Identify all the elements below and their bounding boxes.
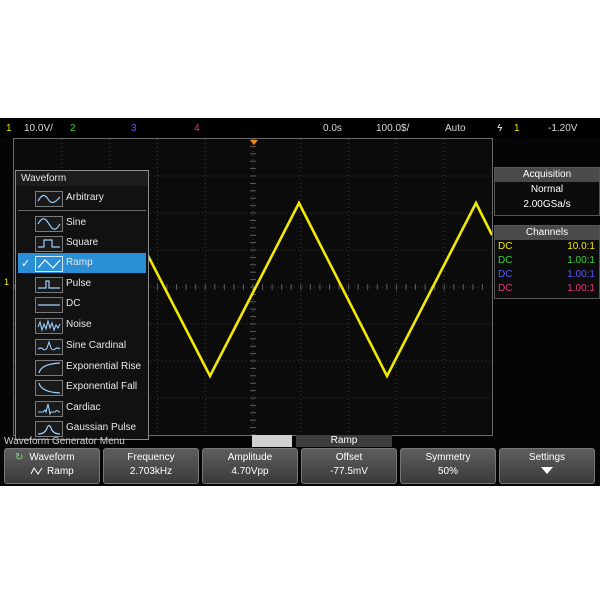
trigger-edge-icon: ϟ	[497, 123, 503, 134]
softkey-title: Frequency	[127, 452, 175, 463]
symmetry-softkey[interactable]: Symmetry 50%	[400, 448, 496, 484]
oscilloscope-display: 1 10.0V/ 2 3 4 0.0s 100.0$/ Auto ϟ 1 -1.…	[0, 118, 600, 486]
softkey-value-text: Ramp	[47, 466, 74, 477]
sine-icon	[35, 216, 63, 232]
softkey-title: Amplitude	[227, 452, 273, 463]
menu-item-arbitrary[interactable]: Arbitrary	[18, 188, 146, 208]
menu-item-label: Sine	[66, 217, 87, 228]
menu-item-noise[interactable]: Noise	[18, 315, 146, 335]
amplitude-softkey[interactable]: Amplitude 4.70Vpp	[202, 448, 298, 484]
softkey-value: 50%	[437, 466, 458, 477]
menu-item-exponential-fall[interactable]: Exponential Fall	[18, 377, 146, 397]
menu-item-gaussian-pulse[interactable]: Gaussian Pulse	[18, 418, 146, 438]
menu-caption: Ramp	[252, 435, 392, 447]
menu-item-dc[interactable]: DC	[18, 294, 146, 314]
channel-probe-ratio: 1.00:1	[567, 269, 595, 280]
channel-1-trace	[122, 200, 492, 379]
menu-item-label: Noise	[66, 319, 92, 330]
channel-row: DC 10.0:1	[495, 240, 599, 254]
menu-item-label: Cardiac	[66, 402, 101, 413]
channel-probe-ratio: 1.00:1	[567, 255, 595, 266]
menu-item-label: Ramp	[66, 257, 93, 268]
menu-item-pulse[interactable]: Pulse	[18, 274, 146, 294]
status-text: Waveform Generator Menu	[4, 436, 125, 447]
gaussian-pulse-icon	[35, 421, 63, 437]
softkey-value: Ramp	[5, 466, 99, 477]
channel-1-ground-marker[interactable]: 1	[4, 277, 9, 287]
softkey-value: 2.703kHz	[129, 466, 173, 477]
channel-3-number[interactable]: 3	[131, 123, 137, 134]
ramp-icon	[35, 256, 63, 272]
arbitrary-icon	[35, 191, 63, 207]
menu-item-label: Sine Cardinal	[66, 340, 127, 351]
channel-coupling: DC	[498, 255, 513, 266]
acquisition-header: Acquisition	[495, 168, 599, 182]
channel-coupling: DC	[498, 283, 513, 294]
channel-probe-ratio: 1.00:1	[567, 283, 595, 294]
channel-1-number[interactable]: 1	[6, 123, 12, 134]
menu-item-label: Pulse	[66, 278, 92, 289]
current-menu-name: Ramp	[296, 435, 392, 447]
channel-row: DC 1.00:1	[495, 282, 599, 296]
sample-rate: 2.00GSa/s	[523, 199, 571, 210]
channel-coupling: DC	[498, 241, 513, 252]
menu-item-ramp[interactable]: ✓ Ramp	[18, 253, 146, 273]
exponential-fall-icon	[35, 380, 63, 396]
acquisition-panel[interactable]: Acquisition Normal 2.00GSa/s	[494, 167, 600, 216]
noise-icon	[35, 318, 63, 334]
square-icon	[35, 236, 63, 252]
menu-item-square[interactable]: Square	[18, 233, 146, 253]
trigger-mode[interactable]: Auto	[445, 123, 466, 134]
channel-2-number[interactable]: 2	[70, 123, 76, 134]
pulse-icon	[35, 277, 63, 293]
channels-header: Channels	[495, 226, 599, 240]
exponential-rise-icon	[35, 360, 63, 376]
settings-softkey[interactable]: Settings	[499, 448, 595, 484]
trigger-channel[interactable]: 1	[514, 123, 520, 134]
trigger-level[interactable]: -1.20V	[548, 123, 577, 134]
channel-1-scale[interactable]: 10.0V/	[24, 123, 53, 134]
cardiac-icon	[35, 401, 63, 417]
softkey-title: Offset	[335, 452, 363, 463]
timebase-scale[interactable]: 100.0$/	[376, 123, 409, 134]
waveform-menu[interactable]: Waveform Arbitrary Sine Square ✓ Ramp Pu…	[15, 170, 149, 440]
softkey-value: 4.70Vpp	[231, 466, 269, 477]
waveform-softkey[interactable]: ↻ Waveform Ramp	[4, 448, 100, 484]
menu-item-exponential-rise[interactable]: Exponential Rise	[18, 357, 146, 377]
acquisition-mode: Normal	[530, 184, 564, 195]
menu-item-label: Gaussian Pulse	[66, 422, 137, 433]
menu-key-icon	[252, 435, 292, 447]
offset-softkey[interactable]: Offset -77.5mV	[301, 448, 397, 484]
ramp-icon	[30, 467, 43, 476]
channel-row: DC 1.00:1	[495, 254, 599, 268]
timebase-delay[interactable]: 0.0s	[323, 123, 342, 134]
channel-coupling: DC	[498, 269, 513, 280]
menu-item-sine[interactable]: Sine	[18, 213, 146, 233]
channel-probe-ratio: 10.0:1	[567, 241, 595, 252]
frequency-softkey[interactable]: Frequency 2.703kHz	[103, 448, 199, 484]
channel-4-number[interactable]: 4	[194, 123, 200, 134]
menu-item-label: Arbitrary	[66, 192, 104, 203]
menu-item-label: Exponential Fall	[66, 381, 138, 392]
channels-panel[interactable]: Channels DC 10.0:1 DC 1.00:1 DC 1.00:1 D…	[494, 225, 600, 299]
check-icon: ✓	[21, 258, 31, 270]
softkey-bar: ↻ Waveform Ramp Frequency 2.703kHz Ampli…	[4, 448, 596, 484]
menu-item-sine-cardinal[interactable]: Sine Cardinal	[18, 336, 146, 356]
status-bar: 1 10.0V/ 2 3 4 0.0s 100.0$/ Auto ϟ 1 -1.…	[0, 118, 600, 138]
menu-item-label: Square	[66, 237, 99, 248]
menu-item-cardiac[interactable]: Cardiac	[18, 398, 146, 418]
arrow-down-icon	[500, 466, 594, 478]
softkey-title: Settings	[528, 452, 566, 463]
softkey-value: -77.5mV	[330, 466, 368, 477]
dc-icon	[35, 297, 63, 313]
waveform-menu-title: Waveform	[16, 171, 148, 186]
trigger-position-marker	[250, 140, 258, 145]
softkey-title: Symmetry	[425, 452, 471, 463]
softkey-title: Waveform	[29, 452, 75, 463]
channel-row: DC 1.00:1	[495, 268, 599, 282]
menu-item-label: DC	[66, 298, 81, 309]
sine-cardinal-icon	[35, 339, 63, 355]
menu-item-label: Exponential Rise	[66, 361, 142, 372]
